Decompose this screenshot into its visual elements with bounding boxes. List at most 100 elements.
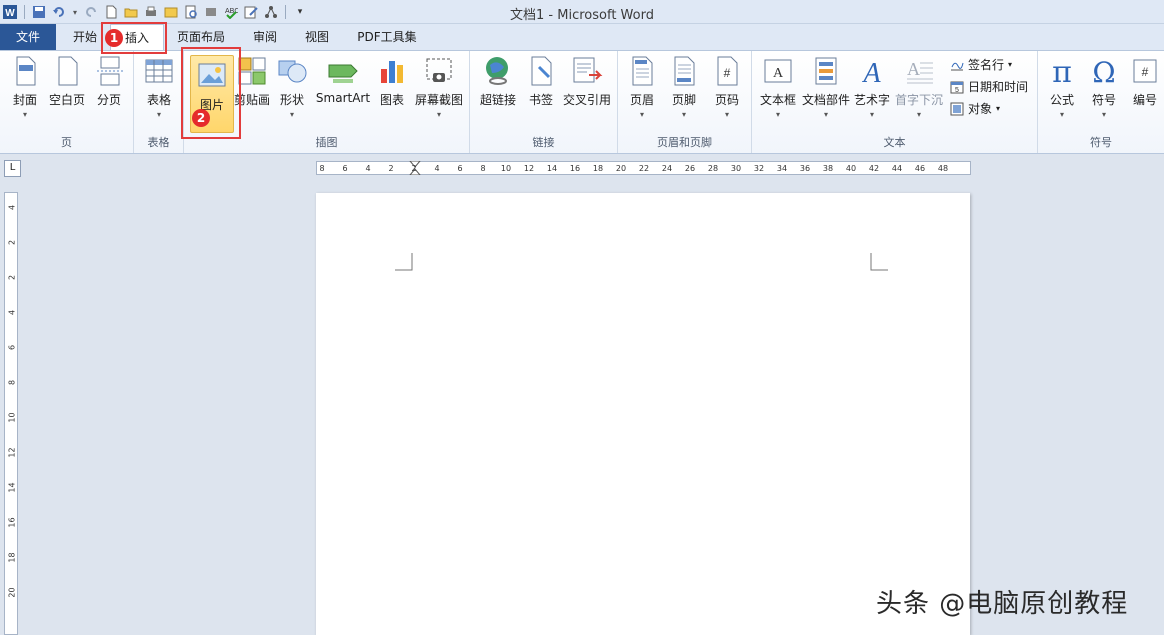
crop-mark-top-left-icon [395, 253, 413, 271]
ruler-tick-label: 44 [891, 164, 903, 173]
group-links: 超链接 书签 交叉引用 链接 [470, 51, 618, 153]
hyperlink-icon [482, 55, 514, 87]
group-label-header-footer: 页眉和页脚 [657, 136, 712, 149]
page-break-button[interactable]: 分页 [90, 55, 128, 135]
bookmark-button[interactable]: 书签 [522, 55, 560, 135]
ruler-tick-label: 32 [753, 164, 765, 173]
ruler-tick-label: 10 [500, 164, 512, 173]
ruler-tick-label: 16 [569, 164, 581, 173]
ruler-tick-label: 48 [937, 164, 949, 173]
ruler-tick-label: 14 [7, 482, 17, 493]
svg-text:π: π [1052, 55, 1072, 87]
group-label-text: 文本 [883, 136, 906, 149]
group-header-footer: 页眉 ▾ 页脚 ▾ # 页码 ▾ 页眉和页脚 [618, 51, 752, 153]
svg-text:A: A [773, 66, 784, 81]
ruler-tick-label: 24 [661, 164, 673, 173]
object-button[interactable]: 对象 ▾ [950, 99, 1000, 119]
footer-icon [668, 55, 700, 87]
text-box-icon: A [762, 55, 794, 87]
object-icon [950, 102, 964, 116]
blank-page-icon [51, 55, 83, 87]
tab-pdf-tools[interactable]: PDF工具集 [348, 24, 426, 50]
group-label-tables: 表格 [147, 136, 170, 149]
cross-reference-button[interactable]: 交叉引用 [560, 55, 614, 135]
ruler-tick-label: 10 [7, 412, 17, 423]
quick-parts-icon [810, 55, 842, 87]
equation-button[interactable]: π 公式 ▾ [1042, 55, 1082, 135]
tab-selector-button[interactable]: L [4, 160, 21, 177]
numbering-button[interactable]: # 编号 [1126, 55, 1164, 135]
tab-review[interactable]: 审阅 [244, 24, 286, 50]
chevron-down-icon: ▾ [289, 110, 294, 119]
chevron-down-icon: ▾ [1101, 110, 1106, 119]
horizontal-ruler[interactable]: 8 6 4 2 2 4 6 8 10 12 14 16 18 20 22 24 26 28 30 32 34 36 38 40… [316, 161, 971, 175]
shapes-icon [276, 55, 308, 87]
svg-text:5: 5 [955, 87, 959, 94]
ruler-tick-label: 16 [7, 517, 17, 528]
ruler-tick-label: 2 [7, 239, 17, 246]
screenshot-button[interactable]: 屏幕截图 ▾ [412, 55, 466, 135]
ruler-tick-label: 14 [546, 164, 558, 173]
chevron-down-icon: ▾ [869, 110, 874, 119]
bookmark-icon [525, 55, 557, 87]
ruler-tick-label: 46 [914, 164, 926, 173]
ruler-tick-label: 20 [615, 164, 627, 173]
annotation-badge-1: 1 [105, 29, 123, 47]
symbol-button[interactable]: Ω 符号 ▾ [1084, 55, 1124, 135]
drop-cap-icon: A [903, 55, 935, 87]
header-button[interactable]: 页眉 ▾ [622, 55, 662, 135]
ruler-tick-label: 18 [7, 552, 17, 563]
annotation-box-picture-button [181, 47, 241, 139]
tab-view[interactable]: 视图 [296, 24, 338, 50]
blank-page-button[interactable]: 空白页 [46, 55, 88, 135]
chevron-down-icon: ▾ [436, 110, 441, 119]
ruler-tick-label: 4 [7, 309, 17, 316]
group-text: A 文本框 ▾ 文档部件 ▾ A 艺术字 ▾ A 首字下沉 ▾ 签名行 ▾ 5 日期和时间… [752, 51, 1038, 153]
ruler-tick-label: 26 [684, 164, 696, 173]
ruler-tick-label: 2 [7, 274, 17, 281]
group-label-pages: 页 [61, 136, 72, 149]
ruler-tick-label: 30 [730, 164, 742, 173]
ruler-tick-label: 36 [799, 164, 811, 173]
chevron-down-icon: ▾ [775, 110, 780, 119]
group-label-links: 链接 [532, 136, 555, 149]
shapes-button[interactable]: 形状 ▾ [272, 55, 312, 135]
chevron-down-icon: ▾ [996, 104, 1001, 113]
cover-page-button[interactable]: 封面 ▾ [6, 55, 44, 135]
quick-parts-button[interactable]: 文档部件 ▾ [800, 55, 852, 135]
hyperlink-button[interactable]: 超链接 [474, 55, 522, 135]
ruler-tick-label: 20 [7, 587, 17, 598]
smartart-icon [327, 55, 359, 87]
screenshot-icon [423, 55, 455, 87]
ruler-tick-label: 38 [822, 164, 834, 173]
chevron-down-icon: ▾ [823, 110, 828, 119]
watermark: 头条 @电脑原创教程 [876, 589, 1129, 619]
text-box-button[interactable]: A 文本框 ▾ [756, 55, 800, 135]
ruler-tick-label: 40 [845, 164, 857, 173]
ruler-tick-label: 2 [411, 164, 417, 173]
date-time-button[interactable]: 5 日期和时间 [950, 77, 1028, 97]
drop-cap-button[interactable]: A 首字下沉 ▾ [892, 55, 946, 135]
group-tables: 表格 ▾ 表格 [134, 51, 184, 153]
ruler-tick-label: 2 [388, 164, 394, 173]
ruler-tick-label: 6 [457, 164, 463, 173]
document-page[interactable] [316, 193, 970, 635]
footer-button[interactable]: 页脚 ▾ [664, 55, 704, 135]
chevron-down-icon: ▾ [724, 110, 729, 119]
calendar-icon: 5 [950, 81, 964, 94]
vertical-ruler[interactable]: 4 2 2 4 6 8 10 12 14 16 18 20 [4, 192, 18, 635]
chevron-down-icon: ▾ [639, 110, 644, 119]
svg-text:#: # [724, 66, 731, 80]
smartart-button[interactable]: SmartArt [314, 55, 372, 135]
chart-button[interactable]: 图表 [372, 55, 412, 135]
wordart-button[interactable]: A 艺术字 ▾ [852, 55, 892, 135]
svg-text:A: A [907, 59, 920, 79]
signature-line-button[interactable]: 签名行 ▾ [950, 55, 1012, 75]
chevron-down-icon: ▾ [1008, 60, 1013, 69]
ruler-tick-label: 12 [523, 164, 535, 173]
cover-page-icon [9, 55, 41, 87]
table-button[interactable]: 表格 ▾ [140, 55, 178, 135]
svg-text:A: A [861, 58, 881, 87]
tab-file[interactable]: 文件 [0, 24, 56, 50]
page-number-button[interactable]: # 页码 ▾ [706, 55, 748, 135]
